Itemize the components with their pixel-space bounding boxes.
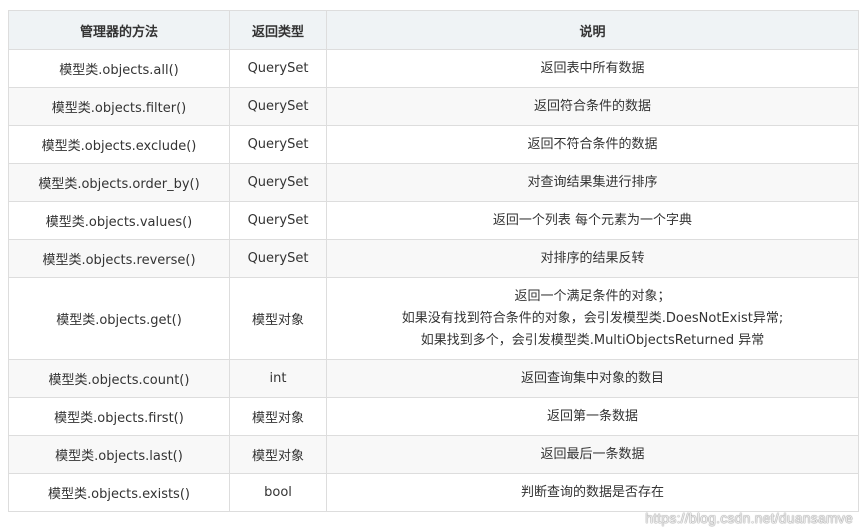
method-cell: 模型类.objects.first(): [8, 397, 230, 436]
description-cell: 返回表中所有数据: [326, 49, 859, 88]
table-row: 模型类.objects.get() 模型对象 返回一个满足条件的对象； 如果没有…: [8, 277, 859, 360]
description-cell: 返回一个满足条件的对象； 如果没有找到符合条件的对象，会引发模型类.DoesNo…: [326, 277, 859, 360]
method-cell: 模型类.objects.reverse(): [8, 239, 230, 278]
return-type-cell: QuerySet: [229, 49, 327, 88]
description-cell: 返回一个列表 每个元素为一个字典: [326, 201, 859, 240]
description-cell: 返回符合条件的数据: [326, 87, 859, 126]
table-row: 模型类.objects.last() 模型对象 返回最后一条数据: [8, 435, 859, 474]
table-row: 模型类.objects.exclude() QuerySet 返回不符合条件的数…: [8, 125, 859, 164]
header-row: 管理器的方法 返回类型 说明: [8, 10, 859, 50]
return-type-cell: QuerySet: [229, 239, 327, 278]
return-type-cell: int: [229, 359, 327, 398]
description-line: 对查询结果集进行排序: [527, 174, 658, 190]
description-line: 对排序的结果反转: [540, 250, 645, 266]
description-cell: 对查询结果集进行排序: [326, 163, 859, 202]
description-line: 判断查询的数据是否存在: [520, 484, 664, 500]
return-type-cell: QuerySet: [229, 87, 327, 126]
table-row: 模型类.objects.order_by() QuerySet 对查询结果集进行…: [8, 163, 859, 202]
table-header: 管理器的方法 返回类型 说明: [8, 10, 859, 50]
return-type-cell: QuerySet: [229, 201, 327, 240]
description-line: 如果找到多个，会引发模型类.MultiObjectsReturned 异常: [420, 332, 765, 348]
method-cell: 模型类.objects.order_by(): [8, 163, 230, 202]
table-row: 模型类.objects.count() int 返回查询集中对象的数目: [8, 359, 859, 398]
return-type-cell: 模型对象: [229, 397, 327, 436]
description-line: 返回第一条数据: [546, 408, 638, 424]
table-row: 模型类.objects.exists() bool 判断查询的数据是否存在: [8, 473, 859, 512]
method-cell: 模型类.objects.count(): [8, 359, 230, 398]
description-line: 返回符合条件的数据: [533, 98, 651, 114]
description-cell: 对排序的结果反转: [326, 239, 859, 278]
return-type-cell: bool: [229, 473, 327, 512]
header-description: 说明: [326, 10, 859, 50]
return-type-cell: QuerySet: [229, 125, 327, 164]
watermark: https://blog.csdn.net/duansamve: [645, 510, 853, 526]
description-line: 返回不符合条件的数据: [527, 136, 658, 152]
table-row: 模型类.objects.filter() QuerySet 返回符合条件的数据: [8, 87, 859, 126]
method-cell: 模型类.objects.exists(): [8, 473, 230, 512]
method-cell: 模型类.objects.last(): [8, 435, 230, 474]
description-line: 返回表中所有数据: [540, 60, 645, 76]
table-row: 模型类.objects.all() QuerySet 返回表中所有数据: [8, 49, 859, 88]
method-cell: 模型类.objects.get(): [8, 277, 230, 360]
return-type-cell: QuerySet: [229, 163, 327, 202]
description-line: 返回最后一条数据: [540, 446, 645, 462]
method-cell: 模型类.objects.all(): [8, 49, 230, 88]
return-type-cell: 模型对象: [229, 435, 327, 474]
manager-methods-table: 管理器的方法 返回类型 说明 模型类.objects.all() QuerySe…: [8, 10, 859, 512]
method-cell: 模型类.objects.exclude(): [8, 125, 230, 164]
table-row: 模型类.objects.values() QuerySet 返回一个列表 每个元…: [8, 201, 859, 240]
description-line: 返回一个满足条件的对象；: [514, 288, 671, 304]
description-line: 返回一个列表 每个元素为一个字典: [492, 212, 693, 228]
header-return-type: 返回类型: [229, 10, 327, 50]
table-body: 模型类.objects.all() QuerySet 返回表中所有数据 模型类.…: [8, 49, 859, 512]
description-cell: 返回查询集中对象的数目: [326, 359, 859, 398]
method-cell: 模型类.objects.filter(): [8, 87, 230, 126]
method-cell: 模型类.objects.values(): [8, 201, 230, 240]
description-cell: 返回不符合条件的数据: [326, 125, 859, 164]
description-cell: 返回最后一条数据: [326, 435, 859, 474]
description-line: 如果没有找到符合条件的对象，会引发模型类.DoesNotExist异常;: [401, 310, 784, 326]
table-row: 模型类.objects.first() 模型对象 返回第一条数据: [8, 397, 859, 436]
description-line: 返回查询集中对象的数目: [520, 370, 664, 386]
table-row: 模型类.objects.reverse() QuerySet 对排序的结果反转: [8, 239, 859, 278]
header-method: 管理器的方法: [8, 10, 230, 50]
description-cell: 返回第一条数据: [326, 397, 859, 436]
return-type-cell: 模型对象: [229, 277, 327, 360]
description-cell: 判断查询的数据是否存在: [326, 473, 859, 512]
